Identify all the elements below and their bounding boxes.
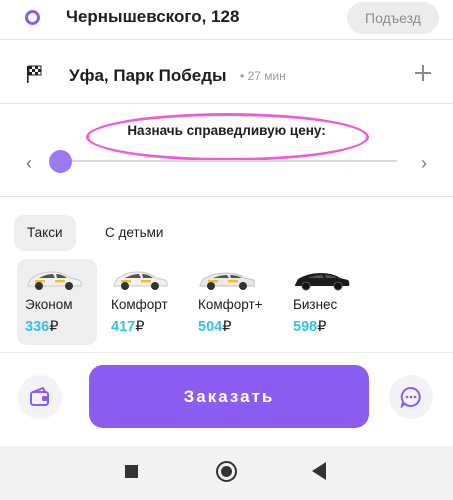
tariff-economy[interactable]: Эконом 336₽ — [17, 259, 97, 345]
pickup-row[interactable]: Чернышевского, 128 Подъезд — [0, 0, 453, 40]
chat-icon — [400, 386, 421, 408]
tariff-price: 504₽ — [198, 319, 232, 335]
comment-button[interactable] — [389, 375, 433, 419]
tariff-name: Комфорт — [111, 297, 168, 312]
tariff-name: Комфорт+ — [198, 297, 263, 312]
destination-row[interactable]: Уфа, Парк Победы • 27 мин — [0, 48, 453, 104]
price-slider-thumb[interactable] — [48, 150, 72, 173]
price-decrease-chevron-icon[interactable]: ‹ — [26, 153, 32, 174]
destination-address[interactable]: Уфа, Парк Победы — [69, 66, 227, 86]
car-economy-icon — [27, 271, 82, 290]
wallet-icon — [30, 386, 49, 406]
home-icon[interactable] — [216, 461, 237, 482]
tab-with-kids[interactable]: С детьми — [92, 215, 176, 251]
finish-flag-icon — [27, 65, 42, 83]
tariff-business[interactable]: Бизнес 598₽ — [285, 259, 365, 345]
price-selector: Назначь справедливую цену: ‹ › — [0, 105, 453, 197]
car-comfort-plus-icon — [199, 272, 255, 290]
tariff-comfort-plus[interactable]: Комфорт+ 504₽ — [190, 259, 270, 345]
tariff-list: Эконом 336₽ Комфорт 417₽ Комфорт+ 504₽ Б… — [0, 259, 453, 345]
recent-apps-icon[interactable] — [125, 465, 138, 478]
tariff-price: 417₽ — [111, 319, 145, 335]
car-business-icon — [295, 273, 350, 291]
tab-taxi[interactable]: Такси — [14, 215, 76, 251]
add-stop-icon[interactable] — [413, 63, 433, 83]
destination-eta: • 27 мин — [240, 69, 286, 83]
service-tabs: Такси С детьми — [0, 215, 453, 251]
price-increase-chevron-icon[interactable]: › — [421, 153, 427, 174]
tariff-name: Бизнес — [293, 297, 338, 312]
pickup-address[interactable]: Чернышевского, 128 — [66, 7, 239, 27]
pickup-point-icon — [25, 10, 40, 25]
price-title: Назначь справедливую цену: — [127, 123, 326, 138]
tariff-price: 336₽ — [25, 319, 59, 335]
system-navigation-bar — [0, 446, 453, 500]
entrance-button[interactable]: Подъезд — [347, 2, 439, 34]
tariff-name: Эконом — [25, 297, 73, 312]
tariff-price: 598₽ — [293, 319, 327, 335]
tariff-comfort[interactable]: Комфорт 417₽ — [103, 259, 183, 345]
order-button[interactable]: Заказать — [89, 365, 369, 428]
price-slider-track[interactable] — [60, 160, 397, 162]
order-footer: Заказать — [0, 352, 453, 444]
back-icon[interactable] — [312, 462, 326, 480]
car-comfort-icon — [113, 271, 168, 290]
payment-button[interactable] — [18, 375, 62, 419]
